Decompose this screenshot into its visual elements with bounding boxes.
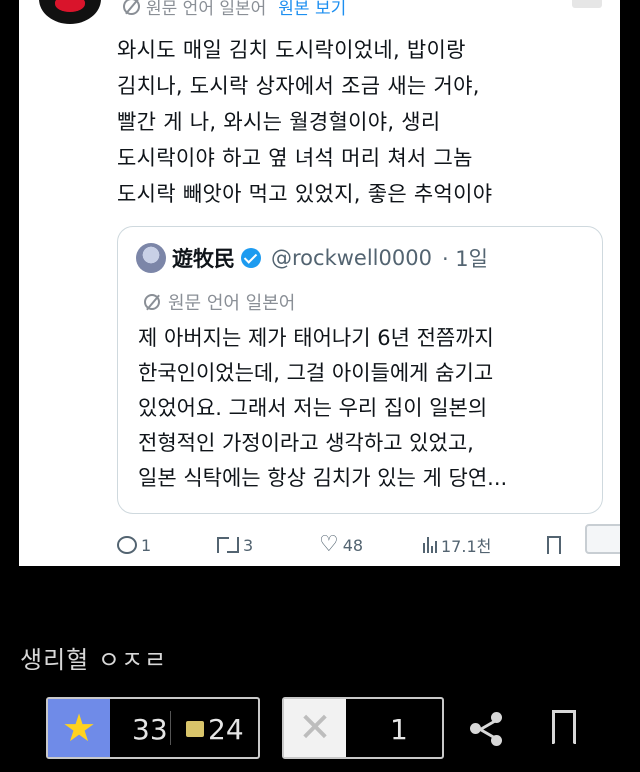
quote-translation-label: 원문 언어 일본어 — [168, 293, 296, 314]
reply-count: 1 — [141, 535, 152, 555]
divider — [170, 711, 171, 745]
retweet-count: 3 — [243, 535, 254, 555]
downvote-button[interactable]: ✕ — [284, 699, 346, 757]
downvote-count: 1 — [390, 713, 408, 746]
quote-author-name: 遊牧民 — [172, 247, 235, 271]
bookmark-icon — [547, 536, 561, 555]
comment-count: 24 — [208, 713, 244, 746]
quote-header: 遊牧民 @rockwell0000 · 1일 — [136, 243, 488, 273]
views-count: 17.1천 — [441, 537, 492, 556]
quote-text: 제 아버지는 제가 태어나기 6년 전쯤까지 한국인이었는데, 그걸 아이들에게… — [138, 326, 508, 490]
verified-badge-icon — [241, 248, 261, 268]
reply-button[interactable]: 1 — [117, 530, 151, 560]
like-count: 48 — [342, 535, 364, 555]
quote-time: · 1일 — [441, 247, 488, 271]
quote-avatar — [136, 243, 166, 273]
tweet-actions: 1 3 ♡ 48 17.1천 — [117, 530, 617, 560]
translate-off-icon — [123, 0, 140, 15]
close-icon: ✕ — [298, 705, 332, 751]
share-button[interactable] — [470, 712, 504, 746]
post-caption: 생리혈 ㅇㅈㄹ — [20, 646, 168, 674]
bookmark-button[interactable] — [547, 530, 561, 560]
upvote-count: 33 — [132, 713, 168, 746]
author-avatar[interactable] — [39, 0, 101, 24]
bookmark-page-button[interactable] — [552, 710, 576, 746]
quote-handle: @rockwell0000 — [271, 246, 432, 270]
star-icon: ★ — [61, 706, 97, 750]
like-button[interactable]: ♡ 48 — [319, 530, 363, 560]
tweet-text: 와시도 매일 김치 도시락이었네, 밥이랑 김치나, 도시락 상자에서 조금 새… — [117, 38, 493, 206]
downvote-box: ✕ 1 — [282, 697, 444, 759]
translation-row: 원문 언어 일본어 원본 보기 — [123, 0, 346, 19]
comment-icon — [186, 721, 204, 737]
more-options-icon[interactable] — [572, 0, 602, 8]
views-button[interactable]: 17.1천 — [423, 530, 491, 560]
tweet-card: 원문 언어 일본어 원본 보기 와시도 매일 김치 도시락이었네, 밥이랑 김치… — [19, 0, 620, 566]
show-original-link[interactable]: 원본 보기 — [278, 0, 346, 19]
heart-icon: ♡ — [319, 532, 339, 557]
quote-translation-row: 원문 언어 일본어 — [144, 289, 295, 315]
lips-logo-icon — [55, 0, 85, 12]
translation-label: 원문 언어 일본어 — [146, 0, 267, 19]
retweet-button[interactable]: 3 — [217, 530, 253, 560]
upvote-box: ★ 33 24 — [46, 697, 260, 759]
quoted-tweet[interactable]: 遊牧民 @rockwell0000 · 1일 원문 언어 일본어 제 아버지는 … — [117, 226, 603, 514]
upvote-button[interactable]: ★ — [48, 699, 110, 757]
reply-icon — [117, 536, 137, 554]
retweet-icon — [217, 537, 239, 553]
translate-overlay-icon[interactable] — [585, 524, 620, 554]
translate-off-icon — [144, 294, 160, 310]
views-icon — [423, 537, 437, 553]
